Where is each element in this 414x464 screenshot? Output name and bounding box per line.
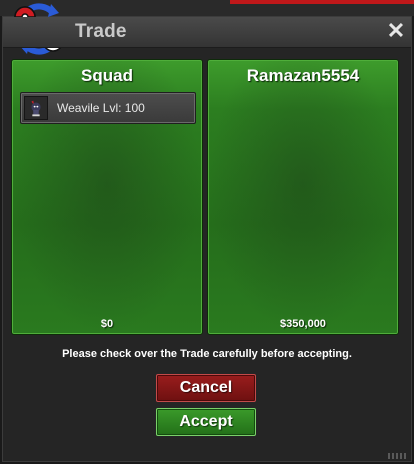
partner-offer-title: Ramazan5554 <box>246 66 360 85</box>
accept-button[interactable]: Accept <box>156 408 256 436</box>
cancel-button[interactable]: Cancel <box>156 374 256 402</box>
my-offer-title: Squad <box>81 66 133 85</box>
offered-pokemon-label: Weavile Lvl: 100 <box>57 101 145 115</box>
partner-offer-money: $350,000 <box>280 318 326 330</box>
my-offer-panel: Squad Weavile Lvl: 100 $0 <box>11 59 203 335</box>
title-bar[interactable]: Trade ✕ <box>3 17 411 48</box>
close-icon[interactable]: ✕ <box>385 19 407 43</box>
offered-pokemon-item[interactable]: Weavile Lvl: 100 <box>20 92 196 124</box>
trade-notice: Please check over the Trade carefully be… <box>62 348 352 360</box>
trade-window: Trade ✕ Squad Weavile Lvl: 100 $0 Ramaza… <box>2 3 412 462</box>
my-offer-money: $0 <box>100 318 114 330</box>
weavile-sprite-icon <box>24 96 48 120</box>
resize-grip[interactable] <box>388 453 408 459</box>
top-red-bar <box>230 0 414 4</box>
partner-offer-panel: Ramazan5554 $350,000 <box>207 59 399 335</box>
window-title: Trade <box>75 21 127 42</box>
